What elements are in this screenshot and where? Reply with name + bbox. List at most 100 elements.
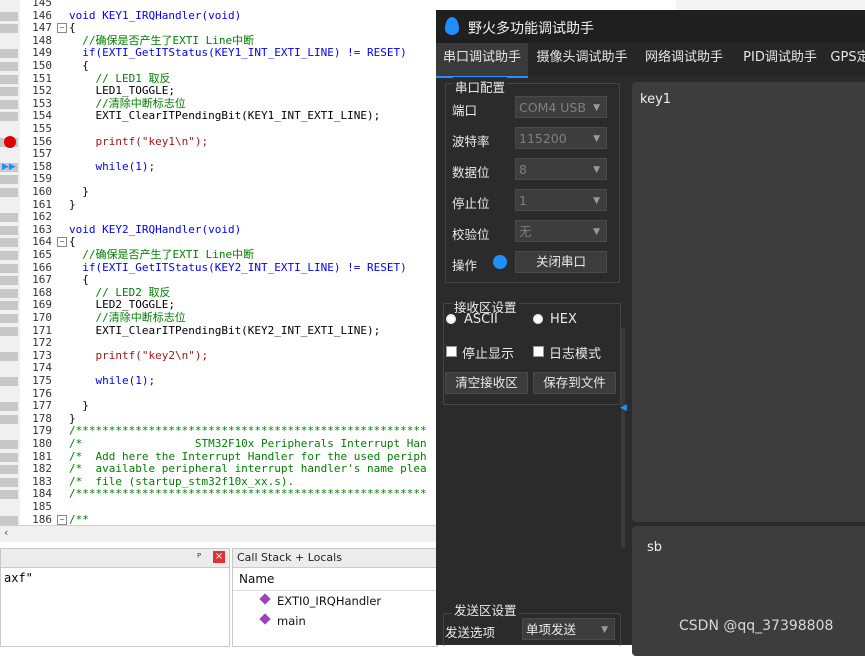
line-number: 185 [32,500,52,513]
code-editor[interactable]: ▶▶ 145 146 void KEY1_IRQHandler(void) 147−{… [0,0,436,525]
clear-receive-button[interactable]: 清空接收区 [445,372,528,394]
log-mode-label[interactable]: 日志模式 [549,343,601,362]
stop-display-checkbox[interactable] [446,346,457,357]
log-mode-checkbox[interactable] [533,346,544,357]
code-text: /* STM32F10x Peripherals Interrupt Han [69,437,427,450]
tab-pid[interactable]: PID调试助手 [736,43,824,76]
title-bar[interactable]: 野火多功能调试助手 [436,10,865,43]
receive-text: key1 [640,92,672,107]
code-text: EXTI_ClearITPendingBit(KEY1_INT_EXTI_LIN… [69,109,381,123]
dropdown-caret-icon: ▼ [601,625,608,635]
tab-bar: 串口调试助手 摄像头调试助手 网络调试助手 PID调试助手 GPS定 [436,43,865,78]
baud-select[interactable]: 115200 ▼ [515,127,607,149]
code-text: //清除中断标志位 [69,311,186,324]
save-to-file-button[interactable]: 保存到文件 [533,372,616,394]
pin-icon[interactable]: ᴾ [197,551,201,564]
editor-horizontal-scrollbar[interactable]: ‹ [0,525,436,542]
ascii-radio[interactable] [446,314,456,324]
code-text: /***************************************… [69,487,427,501]
current-execution-arrow-icon: ▶▶ [2,161,16,172]
gutter-marker [0,49,18,59]
port-select[interactable]: COM4 USB ▼ [515,96,607,118]
operation-label: 操作 [452,258,478,273]
gutter-marker [0,314,18,323]
parity-label: 校验位 [452,227,490,242]
fold-icon[interactable]: − [57,514,67,525]
line-number: 162 [32,210,52,224]
gutter-marker [0,175,18,185]
call-stack-panel: Call Stack + Locals Name EXTI0_IRQHandle… [232,548,438,647]
gutter-marker [0,288,18,298]
line-number: 177 [32,399,52,413]
hex-radio[interactable] [533,314,543,324]
code-text: printf("key1\n"); [69,134,209,148]
panel-scrollbar[interactable] [621,328,625,548]
tab-network[interactable]: 网络调试助手 [640,43,728,76]
call-stack-row[interactable]: main [233,611,437,631]
data-bits-label: 数据位 [452,165,490,180]
receive-area[interactable]: key1 [632,82,865,522]
gutter-marker [0,377,18,386]
stop-bits-value: 1 [519,193,527,208]
hex-label[interactable]: HEX [550,312,577,327]
background-window [676,0,865,10]
send-text: sb [647,540,663,555]
ascii-label[interactable]: ASCII [464,312,498,327]
dropdown-caret-icon: ▼ [593,196,600,206]
send-area[interactable]: sb [632,526,865,656]
stop-display-label[interactable]: 停止显示 [462,343,514,362]
gutter-marker [0,24,18,34]
fold-icon[interactable]: − [57,23,67,34]
call-stack-row[interactable]: EXTI0_IRQHandler [233,591,437,611]
collapse-arrow-icon[interactable]: ◀ [620,403,627,413]
tab-gps[interactable]: GPS定 [830,43,865,76]
code-text: while(1); [69,159,156,173]
code-text: EXTI_ClearITPendingBit(KEY2_INT_EXTI_LIN… [69,323,381,337]
breakpoint-icon[interactable] [4,136,16,149]
line-number: 186 [32,512,52,525]
gutter-marker [0,351,18,361]
gutter-marker [0,414,18,424]
scroll-left-icon[interactable]: ‹ [4,526,8,539]
code-text: /** [69,512,89,525]
code-text: } [69,197,76,211]
gutter-marker [0,74,18,84]
output-panel-header: ᴾ × [1,549,229,568]
call-stack-name-header[interactable]: Name [233,568,437,591]
gutter-marker [0,465,18,475]
watermark: CSDN @qq_37398808 [679,618,834,634]
code-text: /* available peripheral interrupt handle… [69,462,427,476]
gutter-marker [0,276,18,286]
function-icon [259,613,271,625]
gutter-marker [0,11,18,21]
call-stack-title: Call Stack + Locals [233,549,437,568]
data-bits-select[interactable]: 8 ▼ [515,158,607,180]
gutter-marker [0,326,18,336]
port-value: COM4 USB [519,100,586,115]
send-settings-title: 发送区设置 [452,600,519,619]
tab-serial[interactable]: 串口调试助手 [436,43,528,78]
dropdown-caret-icon: ▼ [593,134,600,144]
close-icon[interactable]: × [213,551,225,563]
tab-camera[interactable]: 摄像头调试助手 [532,43,632,76]
line-number: 180 [32,437,52,450]
gutter-marker [0,452,18,462]
line-number: 182 [32,462,52,476]
fold-icon[interactable]: − [57,237,67,248]
line-number: 172 [32,336,52,350]
gutter-marker [0,515,18,525]
close-port-button[interactable]: 关闭串口 [515,251,607,273]
parity-select[interactable]: 无 ▼ [515,220,607,242]
code-text: if(EXTI_GetITStatus(KEY1_INT_EXTI_LINE) … [69,46,407,60]
gutter-marker [0,490,18,500]
editor-gutter[interactable]: ▶▶ [0,0,20,525]
dropdown-caret-icon: ▼ [593,227,600,237]
code-text: if(EXTI_GetITStatus(KEY2_INT_EXTI_LINE) … [69,260,407,274]
gutter-marker [0,477,18,487]
data-bits-value: 8 [519,162,527,177]
stop-bits-select[interactable]: 1 ▼ [515,189,607,211]
gutter-marker [0,188,18,197]
dropdown-caret-icon: ▼ [593,165,600,175]
stop-bits-label: 停止位 [452,196,490,211]
send-option-select[interactable]: 单项发送 ▼ [522,618,615,640]
